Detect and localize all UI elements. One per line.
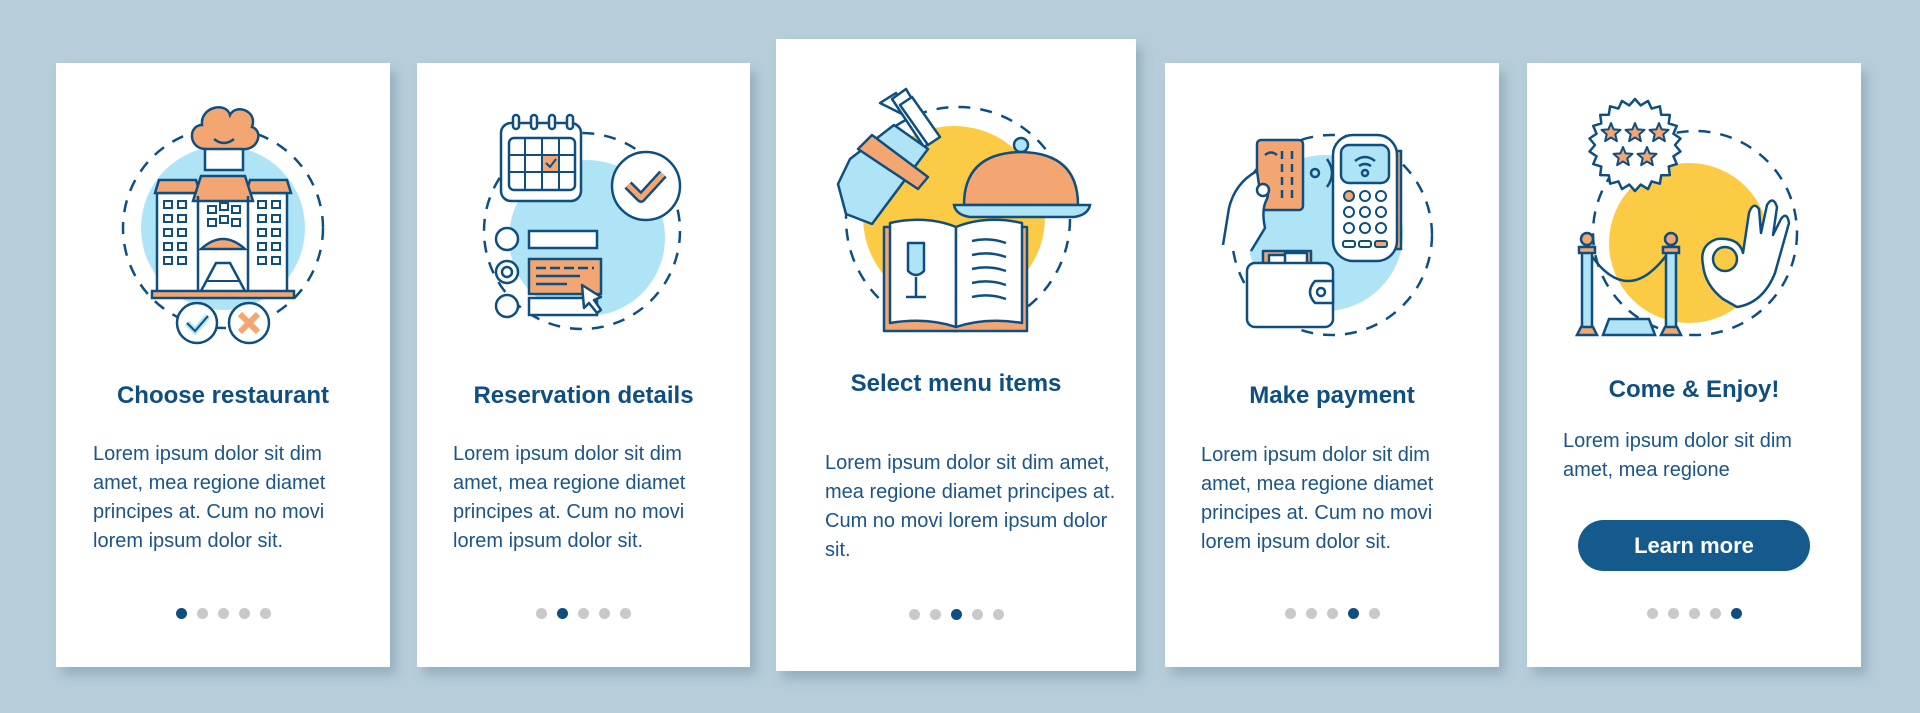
page-dot-5[interactable] [259, 608, 271, 619]
payment-terminal-icon [1165, 63, 1499, 363]
page-dot-2[interactable] [929, 609, 941, 620]
page-dot-2[interactable] [557, 608, 568, 619]
page-dot-4[interactable] [599, 608, 610, 619]
enjoy-rating-icon [1527, 63, 1861, 363]
pagination-dots [417, 608, 750, 619]
page-dot-1[interactable] [1646, 608, 1658, 619]
page-dot-4[interactable] [1347, 608, 1359, 619]
page-dot-1[interactable] [908, 609, 920, 620]
card-description: Lorem ipsum dolor sit dim amet, mea regi… [825, 452, 1116, 561]
pagination-dots [776, 609, 1136, 620]
page-dot-4[interactable] [238, 608, 250, 619]
onboarding-card-make-payment: Make payment Lorem ipsum dolor sit dim a… [1165, 63, 1499, 667]
card-title: Reservation details [473, 382, 694, 409]
page-dot-5[interactable] [1368, 608, 1380, 619]
page-dot-4[interactable] [1709, 608, 1721, 619]
page-dot-3[interactable] [217, 608, 229, 619]
learn-more-button[interactable]: Learn more [1578, 520, 1810, 571]
page-dot-2[interactable] [1305, 608, 1317, 619]
page-dot-5[interactable] [1730, 608, 1742, 619]
page-dot-1[interactable] [175, 608, 187, 619]
card-title: Come & Enjoy! [1608, 376, 1780, 403]
card-description: Lorem ipsum dolor sit dim amet, mea regi… [1563, 430, 1792, 481]
card-description: Lorem ipsum dolor sit dim amet, mea regi… [93, 443, 326, 552]
restaurant-building-icon [56, 63, 390, 363]
pagination-dots [1527, 608, 1861, 619]
menu-items-icon [776, 39, 1136, 339]
page-dot-5[interactable] [620, 608, 631, 619]
page-dot-1[interactable] [1284, 608, 1296, 619]
page-dot-5[interactable] [992, 609, 1004, 620]
page-dot-3[interactable] [1326, 608, 1338, 619]
page-dot-2[interactable] [1667, 608, 1679, 619]
card-description: Lorem ipsum dolor sit dim amet, mea regi… [453, 443, 686, 552]
card-title: Make payment [1249, 382, 1415, 409]
card-description: Lorem ipsum dolor sit dim amet, mea regi… [1201, 444, 1434, 553]
page-dot-3[interactable] [950, 609, 962, 620]
page-dot-4[interactable] [971, 609, 983, 620]
page-dot-1[interactable] [536, 608, 547, 619]
page-dot-2[interactable] [196, 608, 208, 619]
card-title: Select menu items [850, 370, 1062, 397]
page-dot-3[interactable] [1688, 608, 1700, 619]
pagination-dots [1165, 608, 1499, 619]
onboarding-card-choose-restaurant: Choose restaurant Lorem ipsum dolor sit … [56, 63, 390, 667]
onboarding-card-select-menu-items: Select menu items Lorem ipsum dolor sit … [776, 39, 1136, 671]
onboarding-card-come-and-enjoy: Come & Enjoy! Lorem ipsum dolor sit dim … [1527, 63, 1861, 667]
card-title: Choose restaurant [116, 382, 330, 409]
reservation-form-icon [417, 63, 750, 363]
pagination-dots [56, 608, 390, 619]
onboarding-card-reservation-details: Reservation details Lorem ipsum dolor si… [417, 63, 750, 667]
page-dot-3[interactable] [578, 608, 589, 619]
